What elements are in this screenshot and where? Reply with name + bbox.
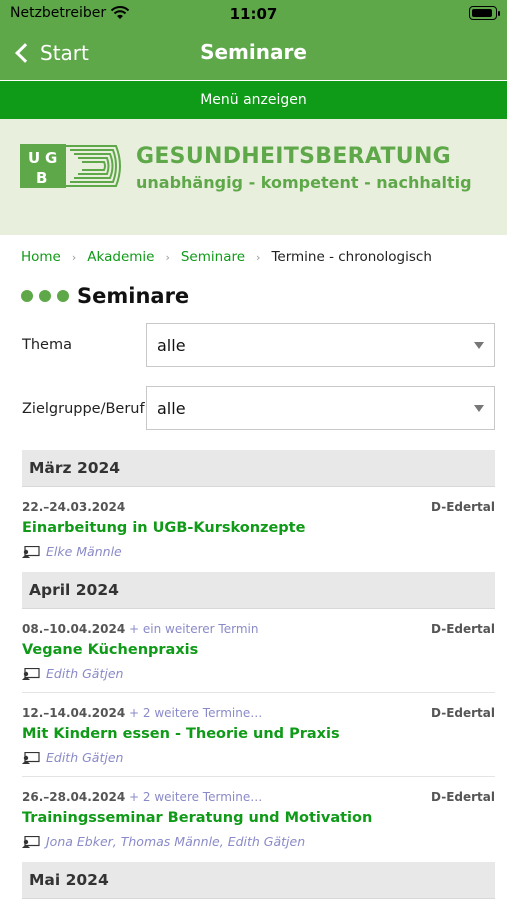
event-item[interactable]: 26.–28.04.2024 + 2 weitere Termine… D-Ed… <box>22 790 495 850</box>
breadcrumb-akademie[interactable]: Akademie <box>87 249 154 265</box>
event-date: 08.–10.04.2024 <box>22 622 126 636</box>
battery-level <box>472 9 492 17</box>
ugb-logo[interactable]: U G B <box>20 144 126 188</box>
topic-filter-label: Thema <box>22 337 72 353</box>
topic-select-value: alle <box>157 336 186 355</box>
status-time: 11:07 <box>229 5 278 23</box>
breadcrumb-home[interactable]: Home <box>21 249 61 265</box>
trainer-name[interactable]: Edith Gätjen <box>46 750 123 765</box>
more-dates-link[interactable]: + ein weiterer Termin <box>129 622 258 636</box>
divider <box>22 692 495 693</box>
event-location: D-Edertal <box>431 622 495 636</box>
breadcrumb: Home › Akademie › Seminare › Termine - c… <box>21 249 432 265</box>
more-dates-link[interactable]: + 2 weitere Termine… <box>129 706 262 720</box>
event-date: 12.–14.04.2024 <box>22 706 126 720</box>
trainer-name[interactable]: Thomas Männle <box>121 834 220 849</box>
month-header: März 2024 <box>22 450 495 487</box>
event-date: 22.–24.03.2024 <box>22 500 126 514</box>
more-dates-link[interactable]: + 2 weitere Termine… <box>129 790 262 804</box>
chevron-right-icon: › <box>165 250 170 264</box>
presenter-icon <box>22 751 40 764</box>
audience-select-value: alle <box>157 399 186 418</box>
event-location: D-Edertal <box>431 500 495 514</box>
chevron-right-icon: › <box>256 250 261 264</box>
event-item[interactable]: 12.–14.04.2024 + 2 weitere Termine… D-Ed… <box>22 706 495 766</box>
svg-text:U: U <box>28 149 40 167</box>
page-heading: Seminare <box>21 284 189 308</box>
month-label: Mai 2024 <box>29 871 109 889</box>
dropdown-arrow-icon <box>474 405 484 412</box>
presenter-icon <box>22 835 40 848</box>
event-trainers: Edith Gätjen <box>22 750 123 765</box>
trainer-name[interactable]: Edith Gätjen <box>228 834 305 849</box>
svg-text:B: B <box>36 169 47 187</box>
navigation-bar: Start Seminare <box>0 28 507 78</box>
event-location: D-Edertal <box>431 706 495 720</box>
nav-title: Seminare <box>200 40 307 64</box>
battery-icon <box>469 6 500 20</box>
event-title[interactable]: Vegane Küchenpraxis <box>22 642 198 658</box>
banner-subtitle: unabhängig - kompetent - nachhaltig <box>136 173 472 192</box>
trainer-name[interactable]: Elke Männle <box>46 544 122 559</box>
audience-filter-label: Zielgruppe/Beruf <box>22 401 145 417</box>
banner: U G B GESUNDHEITSBERATUNG unabhängig - k… <box>0 119 507 235</box>
event-title[interactable]: Mit Kindern essen - Theorie und Praxis <box>22 726 340 742</box>
month-header: Mai 2024 <box>22 862 495 899</box>
chevron-right-icon: › <box>71 250 77 264</box>
presenter-icon <box>22 545 40 558</box>
menu-toggle-button[interactable]: Menü anzeigen <box>0 81 507 119</box>
page-title: Seminare <box>77 284 190 308</box>
month-label: April 2024 <box>29 581 119 599</box>
topic-select[interactable]: alle <box>146 323 495 367</box>
month-header: April 2024 <box>22 572 495 609</box>
divider <box>22 776 495 777</box>
event-item[interactable]: 22.–24.03.2024 D-Edertal Einarbeitung in… <box>22 500 495 560</box>
month-label: März 2024 <box>29 459 121 477</box>
status-bar: Netzbetreiber 11:07 <box>0 0 507 28</box>
dropdown-arrow-icon <box>474 342 484 349</box>
dots-decoration-icon <box>21 290 69 302</box>
event-trainers: Edith Gätjen <box>22 666 123 681</box>
event-trainers: Jona Ebker, Thomas Männle, Edith Gätjen <box>22 834 305 849</box>
banner-title: GESUNDHEITSBERATUNG <box>136 144 452 169</box>
event-item[interactable]: 08.–10.04.2024 + ein weiterer Termin D-E… <box>22 622 495 682</box>
svg-text:G: G <box>45 149 57 167</box>
breadcrumb-current: Termine - chronologisch <box>271 249 432 265</box>
event-location: D-Edertal <box>431 790 495 804</box>
event-title[interactable]: Einarbeitung in UGB-Kurskonzepte <box>22 520 305 536</box>
event-date: 26.–28.04.2024 <box>22 790 126 804</box>
breadcrumb-seminare[interactable]: Seminare <box>181 249 245 265</box>
audience-select[interactable]: alle <box>146 386 495 430</box>
app-header: Netzbetreiber 11:07 Start Seminare <box>0 0 507 80</box>
event-title[interactable]: Trainingsseminar Beratung und Motivation <box>22 810 372 826</box>
trainer-name[interactable]: Edith Gätjen <box>46 666 123 681</box>
trainer-name[interactable]: Jona Ebker <box>46 834 113 849</box>
event-trainers: Elke Männle <box>22 544 122 559</box>
presenter-icon <box>22 667 40 680</box>
